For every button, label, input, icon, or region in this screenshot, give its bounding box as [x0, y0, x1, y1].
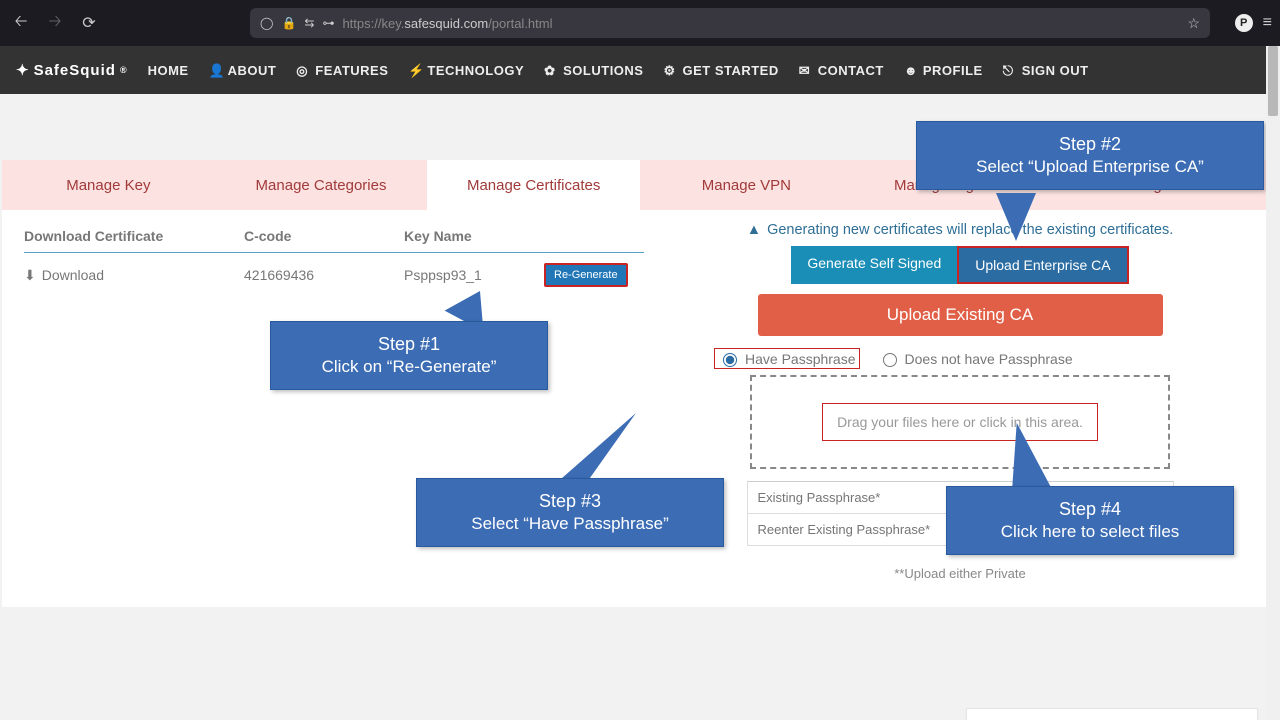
- menu-icon[interactable]: ≡: [1263, 14, 1272, 32]
- back-button[interactable]: 🡠: [8, 10, 34, 36]
- site-navbar: ✦ SafeSquid® HOME 👤ABOUT ◎FEATURES ⚡TECH…: [0, 46, 1280, 94]
- upload-enterprise-ca-button[interactable]: Upload Enterprise CA: [957, 246, 1128, 284]
- browser-toolbar: 🡠 🡢 ⟳ ◯ 🔒 ⇆ ⊶ https://key.safesquid.com/…: [0, 0, 1280, 46]
- drop-text: Drag your files here or click in this ar…: [822, 403, 1098, 441]
- reload-button[interactable]: ⟳: [76, 10, 102, 36]
- nav-home[interactable]: HOME: [148, 63, 189, 78]
- tab-manage-categories[interactable]: Manage Categories: [215, 160, 428, 210]
- brand-text: SafeSquid: [34, 62, 116, 79]
- radio-nohave-label: Does not have Passphrase: [905, 351, 1073, 367]
- warning-icon: ▲: [747, 222, 761, 238]
- profile-icon: ☻: [904, 63, 918, 77]
- profile-avatar-icon[interactable]: P: [1235, 14, 1253, 32]
- callout-step-3: Step #3Select “Have Passphrase”: [416, 478, 724, 547]
- ccode-value: 421669436: [244, 267, 404, 283]
- user-icon: 👤: [209, 63, 223, 77]
- tab-manage-vpn[interactable]: Manage VPN: [640, 160, 853, 210]
- nav-signout[interactable]: ⎋SIGN OUT: [1003, 63, 1089, 78]
- bookmark-star-icon[interactable]: ☆: [1187, 15, 1200, 32]
- key-icon: ⊶: [322, 16, 334, 30]
- brand-logo[interactable]: ✦ SafeSquid®: [16, 61, 128, 79]
- puzzle-icon: ✿: [544, 63, 558, 77]
- forward-button[interactable]: 🡢: [42, 10, 68, 36]
- scrollbar[interactable]: [1266, 46, 1280, 720]
- lock-icon: 🔒: [281, 16, 296, 30]
- upload-existing-ca-button[interactable]: Upload Existing CA: [758, 294, 1163, 336]
- col-download: Download Certificate: [24, 228, 244, 244]
- signout-icon: ⎋: [1003, 63, 1017, 77]
- shield-icon: ◯: [260, 16, 273, 30]
- gears-icon: ⚙: [663, 63, 677, 77]
- callout-step-1: Step #1Click on “Re-Generate”: [270, 321, 548, 390]
- tab-manage-certificates[interactable]: Manage Certificates: [427, 160, 640, 210]
- col-ccode: C-code: [244, 228, 404, 244]
- url-text: https://key.safesquid.com/portal.html: [342, 16, 552, 31]
- download-link[interactable]: ⬇ Download: [24, 267, 244, 284]
- file-drop-area[interactable]: Drag your files here or click in this ar…: [750, 375, 1170, 469]
- col-keyname: Key Name: [404, 228, 544, 244]
- keyname-value: Psppsp93_1: [404, 267, 544, 283]
- alert-text: ▲ Generating new certificates will repla…: [747, 222, 1174, 238]
- scrollbar-thumb[interactable]: [1268, 46, 1278, 116]
- tab-manage-key[interactable]: Manage Key: [2, 160, 215, 210]
- upload-hint: **Upload either Private: [894, 566, 1026, 581]
- logo-icon: ✦: [16, 61, 30, 79]
- download-icon: ⬇: [24, 267, 36, 284]
- mail-icon: ✉: [799, 63, 813, 77]
- table-row: ⬇ Download 421669436 Psppsp93_1 Re-Gener…: [24, 253, 644, 297]
- nav-getstarted[interactable]: ⚙GET STARTED: [663, 63, 778, 78]
- radio-nohave-input[interactable]: [883, 353, 897, 367]
- nav-contact[interactable]: ✉CONTACT: [799, 63, 884, 78]
- download-card: ◉ Download latest ISO ▤ Download latest …: [966, 708, 1258, 720]
- url-bar[interactable]: ◯ 🔒 ⇆ ⊶ https://key.safesquid.com/portal…: [250, 8, 1210, 38]
- nav-about[interactable]: 👤ABOUT: [209, 63, 277, 78]
- nav-profile[interactable]: ☻PROFILE: [904, 63, 983, 78]
- radio-have-label: Have Passphrase: [745, 351, 856, 367]
- nav-features[interactable]: ◎FEATURES: [296, 63, 388, 78]
- regenerate-button[interactable]: Re-Generate: [544, 263, 628, 287]
- callout-2-arrow: [996, 193, 1036, 241]
- radio-have-input[interactable]: [723, 353, 737, 367]
- permissions-icon: ⇆: [304, 16, 314, 30]
- radio-have-passphrase[interactable]: Have Passphrase: [714, 348, 860, 369]
- nav-technology[interactable]: ⚡TECHNOLOGY: [408, 63, 524, 78]
- callout-step-4: Step #4Click here to select files: [946, 486, 1234, 555]
- radio-no-passphrase[interactable]: Does not have Passphrase: [878, 350, 1073, 367]
- target-icon: ◎: [296, 63, 310, 77]
- generate-self-signed-button[interactable]: Generate Self Signed: [791, 246, 957, 284]
- bolt-icon: ⚡: [408, 63, 422, 77]
- nav-solutions[interactable]: ✿SOLUTIONS: [544, 63, 643, 78]
- callout-step-2: Step #2Select “Upload Enterprise CA”: [916, 121, 1264, 190]
- download-iso-link[interactable]: ◉ Download latest ISO: [967, 709, 1257, 720]
